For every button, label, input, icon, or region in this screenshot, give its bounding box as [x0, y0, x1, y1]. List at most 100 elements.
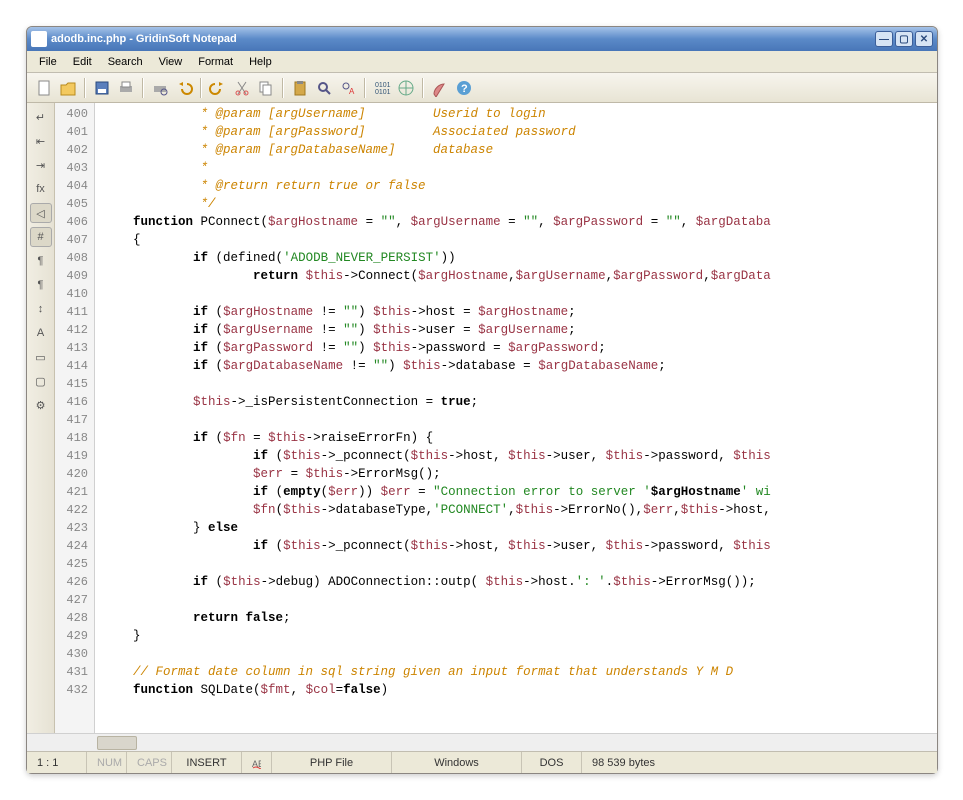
text-height-icon[interactable]: ↕: [30, 299, 52, 319]
code-line[interactable]: * @param [argDatabaseName] database: [95, 141, 937, 159]
window-icon[interactable]: ▢: [30, 371, 52, 391]
line-number: 423: [55, 519, 94, 537]
insert-mode: INSERT: [172, 752, 242, 773]
scroll-thumb[interactable]: [97, 736, 137, 750]
line-number: 415: [55, 375, 94, 393]
code-editor[interactable]: * @param [argUsername] Userid to login *…: [95, 103, 937, 733]
code-line[interactable]: [95, 555, 937, 573]
spellcheck-icon[interactable]: ABC: [242, 752, 272, 773]
code-line[interactable]: {: [95, 231, 937, 249]
charmap-icon[interactable]: [395, 77, 417, 99]
fx-icon[interactable]: fx: [30, 179, 52, 199]
menu-file[interactable]: File: [31, 53, 65, 71]
code-line[interactable]: if ($argHostname != "") $this->host = $a…: [95, 303, 937, 321]
code-line[interactable]: * @param [argUsername] Userid to login: [95, 105, 937, 123]
code-line[interactable]: function PConnect($argHostname = "", $ar…: [95, 213, 937, 231]
code-line[interactable]: [95, 285, 937, 303]
pilcrow-box-icon[interactable]: ¶: [30, 251, 52, 271]
undo-icon[interactable]: [173, 77, 195, 99]
cut-icon[interactable]: [231, 77, 253, 99]
code-line[interactable]: // Format date column in sql string give…: [95, 663, 937, 681]
pilcrow-icon[interactable]: ¶: [30, 275, 52, 295]
help-icon[interactable]: ?: [453, 77, 475, 99]
code-line[interactable]: $fn($this->databaseType,'PCONNECT',$this…: [95, 501, 937, 519]
left-toolbar: ↵ ⇤ ⇥ fx ◁ # ¶ ¶ ↕ A ▭ ▢ ⚙: [27, 103, 55, 733]
code-line[interactable]: [95, 375, 937, 393]
code-line[interactable]: if ($this->_pconnect($this->host, $this-…: [95, 537, 937, 555]
find-next-icon[interactable]: A: [337, 77, 359, 99]
code-line[interactable]: $err = $this->ErrorMsg();: [95, 465, 937, 483]
code-line[interactable]: } else: [95, 519, 937, 537]
line-number: 410: [55, 285, 94, 303]
font-icon[interactable]: A: [30, 323, 52, 343]
color-icon[interactable]: [429, 77, 451, 99]
ruler-icon[interactable]: ▭: [30, 347, 52, 367]
close-button[interactable]: ✕: [915, 31, 933, 47]
indent-dec-icon[interactable]: ⇤: [30, 131, 52, 151]
code-line[interactable]: *: [95, 159, 937, 177]
open-icon[interactable]: [57, 77, 79, 99]
line-number: 431: [55, 663, 94, 681]
code-line[interactable]: function SQLDate($fmt, $col=false): [95, 681, 937, 699]
encoding: DOS: [522, 752, 582, 773]
code-line[interactable]: if (defined('ADODB_NEVER_PERSIST')): [95, 249, 937, 267]
line-number-gutter: 4004014024034044054064074084094104114124…: [55, 103, 95, 733]
code-line[interactable]: if ($argPassword != "") $this->password …: [95, 339, 937, 357]
hash-icon[interactable]: #: [30, 227, 52, 247]
code-line[interactable]: [95, 411, 937, 429]
code-line[interactable]: if ($this->debug) ADOConnection::outp( $…: [95, 573, 937, 591]
code-line[interactable]: if ($this->_pconnect($this->host, $this-…: [95, 447, 937, 465]
wrap-icon[interactable]: ↵: [30, 107, 52, 127]
line-number: 430: [55, 645, 94, 663]
line-number: 422: [55, 501, 94, 519]
code-line[interactable]: [95, 645, 937, 663]
col-left-icon[interactable]: ◁: [30, 203, 52, 223]
indent-inc-icon[interactable]: ⇥: [30, 155, 52, 175]
menu-search[interactable]: Search: [100, 53, 151, 71]
code-line[interactable]: * @param [argPassword] Associated passwo…: [95, 123, 937, 141]
code-line[interactable]: if ($argDatabaseName != "") $this->datab…: [95, 357, 937, 375]
print-icon[interactable]: [115, 77, 137, 99]
menu-view[interactable]: View: [151, 53, 191, 71]
titlebar[interactable]: adodb.inc.php - GridinSoft Notepad — ▢ ✕: [27, 27, 937, 51]
maximize-button[interactable]: ▢: [895, 31, 913, 47]
code-line[interactable]: if ($argUsername != "") $this->user = $a…: [95, 321, 937, 339]
code-line[interactable]: return $this->Connect($argHostname,$argU…: [95, 267, 937, 285]
new-icon[interactable]: [33, 77, 55, 99]
code-line[interactable]: * @return return true or false: [95, 177, 937, 195]
line-number: 424: [55, 537, 94, 555]
code-line[interactable]: if ($fn = $this->raiseErrorFn) {: [95, 429, 937, 447]
horizontal-scrollbar[interactable]: [27, 733, 937, 751]
line-number: 404: [55, 177, 94, 195]
workarea: ↵ ⇤ ⇥ fx ◁ # ¶ ¶ ↕ A ▭ ▢ ⚙ 4004014024034044054064074…: [27, 103, 937, 733]
minimize-button[interactable]: —: [875, 31, 893, 47]
code-line[interactable]: [95, 591, 937, 609]
code-line[interactable]: $this->_isPersistentConnection = true;: [95, 393, 937, 411]
print-preview-icon[interactable]: [149, 77, 171, 99]
copy-icon[interactable]: [255, 77, 277, 99]
line-number: 406: [55, 213, 94, 231]
line-number: 414: [55, 357, 94, 375]
line-number: 408: [55, 249, 94, 267]
find-icon[interactable]: [313, 77, 335, 99]
redo-icon[interactable]: [207, 77, 229, 99]
binary-icon[interactable]: 01010101: [371, 77, 393, 99]
menu-help[interactable]: Help: [241, 53, 280, 71]
code-line[interactable]: }: [95, 627, 937, 645]
cursor-position: 1 : 1: [27, 752, 87, 773]
paste-icon[interactable]: [289, 77, 311, 99]
line-number: 421: [55, 483, 94, 501]
menu-format[interactable]: Format: [190, 53, 241, 71]
num-lock: NUM: [87, 752, 127, 773]
svg-text:A: A: [349, 87, 355, 96]
save-icon[interactable]: [91, 77, 113, 99]
menu-edit[interactable]: Edit: [65, 53, 100, 71]
line-number: 412: [55, 321, 94, 339]
gear-icon[interactable]: ⚙: [30, 395, 52, 415]
code-line[interactable]: return false;: [95, 609, 937, 627]
menubar: FileEditSearchViewFormatHelp: [27, 51, 937, 73]
statusbar: 1 : 1 NUM CAPS INSERT ABC PHP File Windo…: [27, 751, 937, 773]
line-number: 429: [55, 627, 94, 645]
code-line[interactable]: if (empty($err)) $err = "Connection erro…: [95, 483, 937, 501]
code-line[interactable]: */: [95, 195, 937, 213]
